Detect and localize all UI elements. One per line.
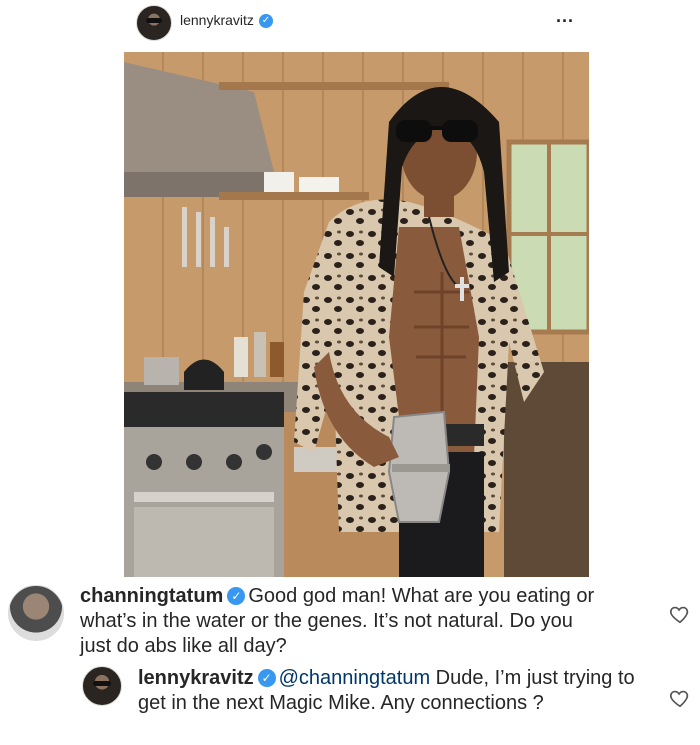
comment-username[interactable]: channingtatum [80, 585, 223, 607]
avatar[interactable] [136, 5, 172, 41]
comment-text: lennykravitz ✓ @channingtatum Dude, I’m ju… [138, 666, 638, 716]
post-author[interactable]: lennykravitz ✓ [180, 12, 273, 29]
mention-link[interactable]: @channingtatum [279, 667, 431, 689]
comment-item: channingtatum ✓ Good god man! What are you… [0, 580, 700, 660]
verified-badge-icon: ✓ [258, 14, 273, 29]
verified-badge-icon: ✓ [257, 669, 276, 687]
verified-badge-icon: ✓ [227, 587, 246, 605]
post-header: lennykravitz ✓ ... [0, 0, 700, 48]
post-author-name[interactable]: lennykravitz [180, 12, 254, 28]
comment-text: channingtatum ✓ Good god man! What are you… [80, 584, 600, 659]
heart-icon[interactable] [669, 603, 691, 625]
comment-reply: lennykravitz ✓ @channingtatum Dude, I’m ju… [0, 664, 700, 744]
heart-icon[interactable] [669, 687, 691, 709]
comment-username[interactable]: lennykravitz [138, 667, 254, 689]
more-options-icon[interactable]: ... [556, 6, 574, 27]
post-photo-image [124, 52, 589, 577]
avatar[interactable] [8, 585, 64, 641]
post-photo[interactable] [124, 52, 589, 577]
avatar[interactable] [82, 666, 122, 706]
